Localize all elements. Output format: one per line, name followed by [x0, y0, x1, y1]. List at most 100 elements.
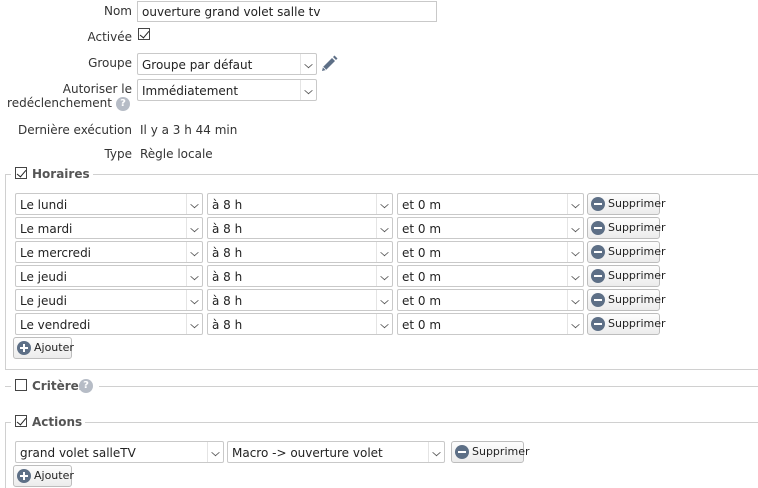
horaires-add-label: Ajouter — [34, 341, 74, 354]
chevron-down-icon — [376, 242, 392, 262]
horaires-title: Horaires — [29, 167, 93, 181]
groupe-label: Groupe — [88, 56, 132, 70]
schedule-delete-button[interactable]: Supprimer — [587, 241, 666, 263]
minus-icon — [455, 445, 469, 459]
help-icon[interactable]: ? — [79, 379, 93, 393]
schedule-day-select-value: Le mercredi — [20, 246, 92, 260]
minus-icon — [591, 269, 605, 283]
chevron-down-icon — [428, 442, 444, 462]
action-delete-button[interactable]: Supprimer — [451, 441, 530, 463]
schedule-delete-button[interactable]: Supprimer — [587, 289, 666, 311]
chevron-down-icon — [376, 266, 392, 286]
chevron-down-icon — [376, 218, 392, 238]
action-device-select[interactable]: grand volet salleTV — [15, 441, 224, 463]
chevron-down-icon — [376, 314, 392, 334]
horaires-legend: Horaires — [11, 166, 93, 182]
schedule-hour-select[interactable]: à 8 h — [207, 265, 393, 287]
groupe-select[interactable]: Groupe par défaut — [137, 53, 317, 75]
schedule-minute-select[interactable]: et 0 m — [397, 217, 584, 239]
schedule-hour-select[interactable]: à 8 h — [207, 241, 393, 263]
schedule-hour-select-value: à 8 h — [212, 294, 243, 308]
actions-title: Actions — [29, 415, 86, 429]
minus-icon — [591, 221, 605, 235]
minus-icon — [591, 245, 605, 259]
chevron-down-icon — [376, 194, 392, 214]
nom-label: Nom — [103, 4, 132, 18]
schedule-minute-select-value: et 0 m — [402, 270, 442, 284]
schedule-minute-select-value: et 0 m — [402, 318, 442, 332]
schedule-minute-select-value: et 0 m — [402, 222, 442, 236]
schedule-delete-label: Supprimer — [608, 317, 666, 330]
minus-icon — [591, 293, 605, 307]
schedule-day-select-value: Le jeudi — [20, 270, 67, 284]
help-icon[interactable]: ? — [116, 97, 130, 111]
minus-icon — [591, 317, 605, 331]
schedule-day-select[interactable]: Le lundi — [15, 193, 203, 215]
action-delete-label: Supprimer — [472, 445, 530, 458]
schedule-day-select[interactable]: Le jeudi — [15, 289, 203, 311]
schedule-hour-select-value: à 8 h — [212, 246, 243, 260]
schedule-delete-label: Supprimer — [608, 293, 666, 306]
minus-icon — [591, 197, 605, 211]
actions-add-button[interactable]: Ajouter — [13, 465, 74, 487]
chevron-down-icon — [376, 290, 392, 310]
action-macro-value: Macro -> ouverture volet — [232, 446, 383, 460]
actions-add-label: Ajouter — [34, 469, 74, 482]
activee-checkbox[interactable] — [138, 28, 150, 40]
schedule-hour-select-value: à 8 h — [212, 222, 243, 236]
schedule-minute-select[interactable]: et 0 m — [397, 265, 584, 287]
schedule-minute-select[interactable]: et 0 m — [397, 289, 584, 311]
chevron-down-icon — [207, 442, 223, 462]
schedule-hour-select[interactable]: à 8 h — [207, 193, 393, 215]
autoriser-label-line2: redéclenchement — [7, 96, 112, 110]
schedule-delete-button[interactable]: Supprimer — [587, 313, 666, 335]
chevron-down-icon — [567, 218, 583, 238]
schedule-minute-select-value: et 0 m — [402, 294, 442, 308]
action-macro-select[interactable]: Macro -> ouverture volet — [227, 441, 445, 463]
criteres-checkbox[interactable] — [15, 379, 27, 391]
plus-icon — [17, 469, 31, 483]
chevron-down-icon — [186, 218, 202, 238]
criteres-legend: Critères ? — [11, 378, 99, 394]
schedule-delete-label: Supprimer — [608, 221, 666, 234]
schedule-delete-label: Supprimer — [608, 197, 666, 210]
schedule-hour-select[interactable]: à 8 h — [207, 313, 393, 335]
criteres-divider — [5, 386, 758, 387]
type-label: Type — [104, 147, 132, 161]
schedule-minute-select-value: et 0 m — [402, 198, 442, 212]
schedule-day-select[interactable]: Le vendredi — [15, 313, 203, 335]
schedule-hour-select-value: à 8 h — [212, 318, 243, 332]
chevron-down-icon — [567, 194, 583, 214]
actions-checkbox[interactable] — [15, 415, 27, 427]
type-value: Règle locale — [140, 147, 213, 161]
schedule-day-select[interactable]: Le mercredi — [15, 241, 203, 263]
horaires-checkbox[interactable] — [15, 167, 27, 179]
action-device-value: grand volet salleTV — [20, 446, 136, 460]
chevron-down-icon — [300, 80, 316, 100]
chevron-down-icon — [567, 242, 583, 262]
schedule-delete-button[interactable]: Supprimer — [587, 265, 666, 287]
schedule-day-select-value: Le lundi — [20, 198, 68, 212]
nom-input[interactable] — [137, 1, 437, 22]
horaires-add-button[interactable]: Ajouter — [13, 337, 74, 359]
schedule-delete-label: Supprimer — [608, 269, 666, 282]
derniere-execution-label: Dernière exécution — [17, 123, 132, 137]
actions-legend: Actions — [11, 414, 86, 430]
schedule-day-select-value: Le jeudi — [20, 294, 67, 308]
schedule-day-select[interactable]: Le jeudi — [15, 265, 203, 287]
autoriser-select[interactable]: Immédiatement — [137, 79, 317, 101]
schedule-hour-select[interactable]: à 8 h — [207, 289, 393, 311]
schedule-hour-select[interactable]: à 8 h — [207, 217, 393, 239]
chevron-down-icon — [567, 314, 583, 334]
autoriser-select-value: Immédiatement — [142, 84, 239, 98]
groupe-select-value: Groupe par défaut — [142, 58, 253, 72]
schedule-day-select-value: Le mardi — [20, 222, 73, 236]
activee-label: Activée — [87, 30, 132, 44]
schedule-day-select[interactable]: Le mardi — [15, 217, 203, 239]
schedule-minute-select[interactable]: et 0 m — [397, 313, 584, 335]
pencil-icon[interactable] — [320, 55, 338, 73]
schedule-delete-button[interactable]: Supprimer — [587, 217, 666, 239]
schedule-minute-select[interactable]: et 0 m — [397, 193, 584, 215]
schedule-delete-button[interactable]: Supprimer — [587, 193, 666, 215]
schedule-minute-select[interactable]: et 0 m — [397, 241, 584, 263]
